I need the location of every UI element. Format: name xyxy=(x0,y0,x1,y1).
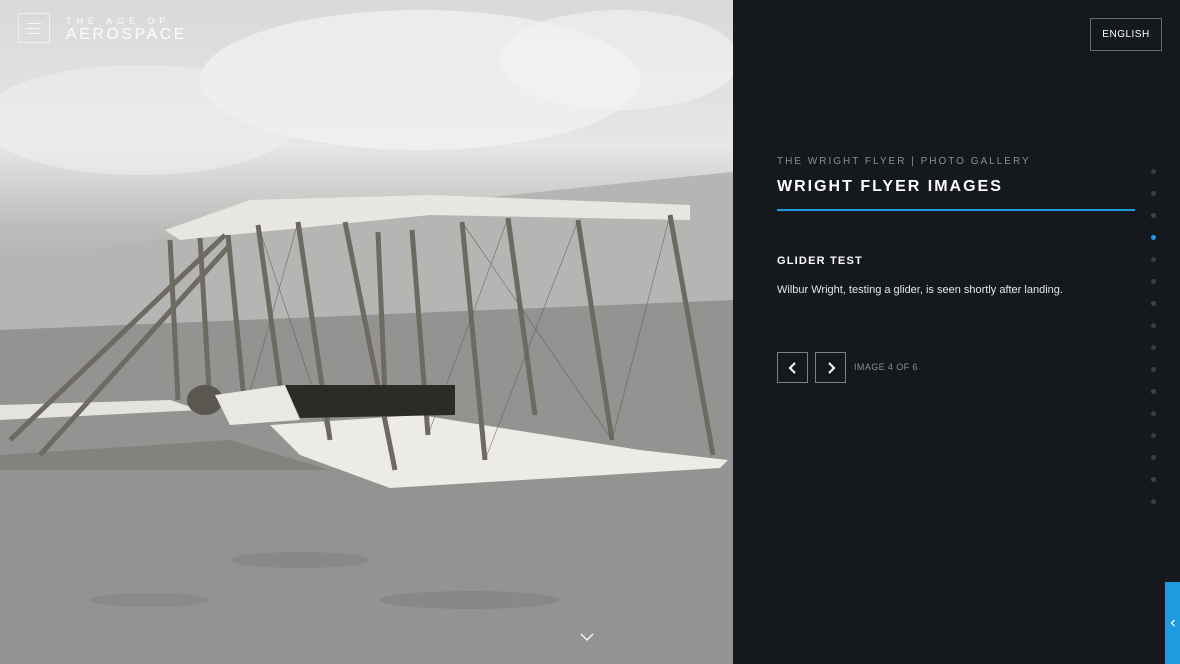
section-dot[interactable] xyxy=(1151,389,1156,394)
section-dot[interactable] xyxy=(1151,455,1156,460)
site-logo[interactable]: THE AGE OF AEROSPACE xyxy=(66,16,187,44)
hamburger-icon xyxy=(27,23,41,24)
section-dot[interactable] xyxy=(1151,433,1156,438)
section-dot[interactable] xyxy=(1151,279,1156,284)
section-dot[interactable] xyxy=(1151,477,1156,482)
logo-tagline: THE AGE OF xyxy=(66,16,171,26)
previous-image-button[interactable] xyxy=(777,352,808,383)
section-dot[interactable] xyxy=(1151,323,1156,328)
gallery-eyebrow: THE WRIGHT FLYER | PHOTO GALLERY xyxy=(777,156,1031,167)
image-description: Wilbur Wright, testing a glider, is seen… xyxy=(777,284,1063,296)
section-dot[interactable] xyxy=(1151,411,1156,416)
section-dot[interactable] xyxy=(1151,367,1156,372)
section-dot[interactable] xyxy=(1151,301,1156,306)
side-drawer-tab[interactable] xyxy=(1165,582,1180,664)
logo-wordmark: AEROSPACE xyxy=(66,26,187,43)
hero-photo: THE AGE OF AEROSPACE xyxy=(0,0,733,664)
next-image-button[interactable] xyxy=(815,352,846,383)
section-dot[interactable] xyxy=(1151,235,1156,240)
language-button[interactable]: ENGLISH xyxy=(1090,18,1162,51)
image-counter: IMAGE 4 OF 6 xyxy=(854,362,918,372)
scroll-down-button[interactable] xyxy=(579,631,595,643)
chevron-down-icon xyxy=(580,633,594,641)
chevron-left-icon xyxy=(788,361,796,374)
chevron-left-icon xyxy=(1170,619,1175,627)
section-dot[interactable] xyxy=(1151,213,1156,218)
image-title: GLIDER TEST xyxy=(777,255,863,267)
info-panel: ENGLISH THE WRIGHT FLYER | PHOTO GALLERY… xyxy=(733,0,1180,664)
chevron-right-icon xyxy=(827,361,835,374)
section-dot[interactable] xyxy=(1151,169,1156,174)
section-dot[interactable] xyxy=(1151,191,1156,196)
menu-button[interactable] xyxy=(18,13,50,43)
glider-photo xyxy=(0,10,733,664)
title-underline xyxy=(777,209,1135,211)
section-dot[interactable] xyxy=(1151,499,1156,504)
gallery-title: WRIGHT FLYER IMAGES xyxy=(777,178,1003,195)
section-dot[interactable] xyxy=(1151,345,1156,350)
section-dot[interactable] xyxy=(1151,257,1156,262)
